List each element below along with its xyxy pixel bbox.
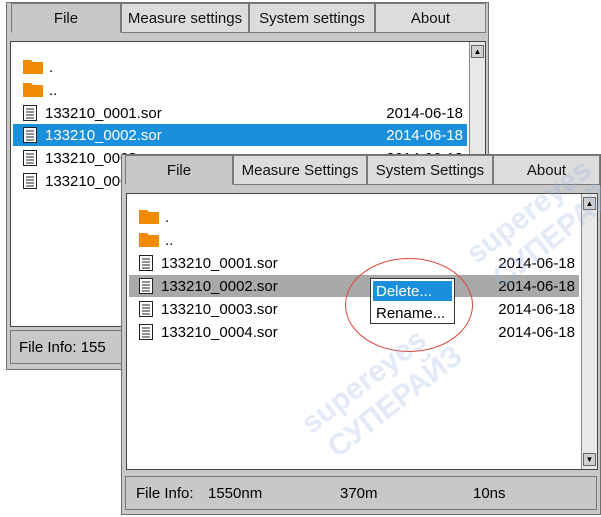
back-entry-name: . <box>49 58 54 76</box>
front-list-item-file-3[interactable]: 133210_0003.sor 2014-06-18 <box>129 298 579 320</box>
front-list-item-file-4[interactable]: 133210_0004.sor 2014-06-18 <box>129 321 579 343</box>
back-file-info-label: File Info: 155 <box>19 338 106 356</box>
back-entry-name: 133210_0002.sor <box>45 126 162 144</box>
back-list-item-dot[interactable]: . <box>13 56 467 78</box>
front-entry-name: 133210_0002.sor <box>161 277 278 295</box>
front-list-item-file-2-selected[interactable]: 133210_0002.sor 2014-06-18 <box>129 275 579 297</box>
front-scrollbar[interactable]: ▲ ▼ <box>581 194 597 469</box>
front-entry-name: 133210_0001.sor <box>161 254 278 272</box>
folder-icon <box>139 233 159 247</box>
front-entry-name: 133210_0003.sor <box>161 300 278 318</box>
front-file-list: . .. 133210_0001.sor 2014-06-18 133210_0… <box>126 193 598 470</box>
document-icon <box>139 301 153 317</box>
back-list-item-dotdot[interactable]: .. <box>13 79 467 101</box>
context-menu-rename[interactable]: Rename... <box>373 303 452 323</box>
front-entry-date: 2014-06-18 <box>498 254 575 272</box>
front-tab-file[interactable]: File <box>125 155 233 185</box>
document-icon <box>139 324 153 340</box>
front-window: File Measure Settings System Settings Ab… <box>121 154 601 515</box>
front-list-item-dot[interactable]: . <box>129 206 579 228</box>
back-list-item-file-1[interactable]: 133210_0001.sor 2014-06-18 <box>13 102 467 124</box>
front-list-item-dotdot[interactable]: .. <box>129 229 579 251</box>
front-file-info-wavelength: 1550nm <box>208 484 263 502</box>
folder-icon <box>23 60 43 74</box>
scroll-up-icon[interactable]: ▲ <box>583 197 596 210</box>
front-entry-date: 2014-06-18 <box>498 300 575 318</box>
front-file-info-bar: File Info: 1550nm 370m 10ns <box>125 476 597 510</box>
context-menu: Delete... Rename... <box>370 278 455 324</box>
document-icon <box>23 127 37 143</box>
document-icon <box>139 278 153 294</box>
front-tab-about[interactable]: About <box>493 155 600 185</box>
back-tab-system-settings[interactable]: System settings <box>249 3 375 33</box>
front-entry-date: 2014-06-18 <box>498 277 575 295</box>
front-entry-name: . <box>165 208 170 226</box>
folder-icon <box>23 83 43 97</box>
back-tab-about[interactable]: About <box>375 3 486 33</box>
scroll-up-icon[interactable]: ▲ <box>471 45 484 58</box>
front-tab-system-settings[interactable]: System Settings <box>367 155 493 185</box>
folder-icon <box>139 210 159 224</box>
back-tab-measure-settings[interactable]: Measure settings <box>121 3 249 33</box>
back-tab-file[interactable]: File <box>11 3 121 33</box>
front-file-info-pulse: 10ns <box>473 484 506 502</box>
document-icon <box>23 150 37 166</box>
context-menu-delete[interactable]: Delete... <box>373 281 452 301</box>
document-icon <box>139 255 153 271</box>
front-tab-measure-settings[interactable]: Measure Settings <box>233 155 367 185</box>
front-list-item-file-1[interactable]: 133210_0001.sor 2014-06-18 <box>129 252 579 274</box>
back-entry-name: .. <box>49 81 58 99</box>
front-entry-name: .. <box>165 231 174 249</box>
document-icon <box>23 173 37 189</box>
back-list-item-file-2-selected[interactable]: 133210_0002.sor 2014-06-18 <box>13 124 467 146</box>
scroll-down-icon[interactable]: ▼ <box>583 453 596 466</box>
back-entry-name: 133210_0001.sor <box>45 104 162 122</box>
document-icon <box>23 105 37 121</box>
front-file-info-range: 370m <box>340 484 378 502</box>
front-tab-bar: File Measure Settings System Settings Ab… <box>122 155 600 187</box>
back-tab-bar: File Measure settings System settings Ab… <box>7 3 488 35</box>
front-entry-date: 2014-06-18 <box>498 323 575 341</box>
back-entry-date: 2014-06-18 <box>386 126 463 144</box>
front-file-info-label: File Info: <box>136 484 194 502</box>
front-entry-name: 133210_0004.sor <box>161 323 278 341</box>
back-entry-date: 2014-06-18 <box>386 104 463 122</box>
